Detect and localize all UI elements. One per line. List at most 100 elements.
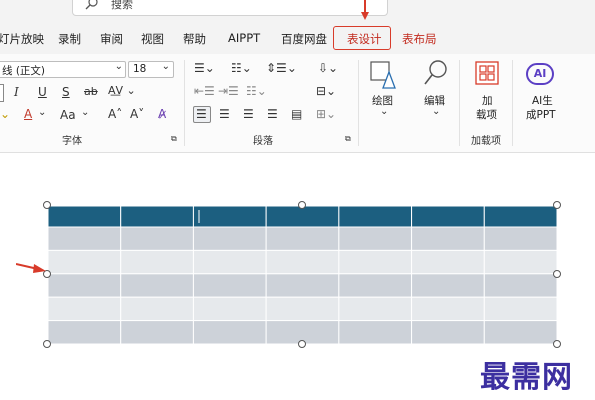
font-name-dropdown[interactable]: 线 (正文) ⌄ <box>0 61 126 78</box>
table-cell[interactable] <box>48 249 122 275</box>
table-header-cell[interactable] <box>265 206 340 228</box>
table-cell[interactable] <box>411 273 485 298</box>
decrease-font-icon[interactable]: A˅ <box>130 107 144 121</box>
table-cell[interactable] <box>483 273 558 298</box>
table-cell[interactable] <box>120 226 194 251</box>
ai-label-line1[interactable]: AI生 <box>532 93 553 108</box>
table-cell[interactable] <box>265 226 340 251</box>
line-spacing-icon[interactable]: ⇕☰⌄ <box>266 61 297 75</box>
resize-handle-top[interactable] <box>298 201 306 209</box>
resize-handle-bottom[interactable] <box>298 340 306 348</box>
table-header-cell[interactable] <box>338 206 413 228</box>
change-case-icon[interactable]: Aa <box>60 108 76 122</box>
table-cell[interactable] <box>48 226 122 251</box>
table-cell[interactable] <box>48 296 122 322</box>
decrease-indent-icon[interactable]: ⇤☰ <box>194 84 215 98</box>
underline-icon[interactable]: U <box>38 85 47 99</box>
tab-table-layout[interactable]: 表布局 <box>402 31 437 47</box>
numbering-icon[interactable]: ☷⌄ <box>231 61 252 75</box>
table-cell[interactable] <box>48 273 122 298</box>
resize-handle-right[interactable] <box>553 270 561 278</box>
character-spacing-icon[interactable]: A͟V ⌄ <box>108 84 136 97</box>
table-cell[interactable] <box>411 226 485 251</box>
table-cell[interactable] <box>411 249 485 275</box>
dialog-launcher-icon[interactable]: ⧉ <box>345 134 351 144</box>
strikethrough-icon[interactable]: ab <box>84 85 98 98</box>
table-cell[interactable] <box>338 226 413 251</box>
table-cell[interactable] <box>338 273 413 298</box>
bold-button[interactable] <box>0 84 4 102</box>
align-center-icon[interactable]: ☰ <box>219 107 230 121</box>
resize-handle-bottom-right[interactable] <box>553 340 561 348</box>
table-cell[interactable] <box>120 320 194 345</box>
chevron-down-icon[interactable]: ⌄ <box>81 107 89 118</box>
search-input[interactable]: 搜索 <box>111 0 133 12</box>
table-cell[interactable] <box>265 296 340 322</box>
highlight-color-icon[interactable]: ⌄ <box>0 107 10 121</box>
addins-button-line2[interactable]: 载项 <box>476 107 497 122</box>
table-cell[interactable] <box>483 249 558 275</box>
search-box[interactable]: 搜索 <box>72 0 388 16</box>
table-cell[interactable] <box>192 273 267 298</box>
align-right-icon[interactable]: ☰ <box>243 107 254 121</box>
table-cell[interactable] <box>338 249 413 275</box>
ai-label-line2[interactable]: 成PPT <box>526 107 556 122</box>
increase-indent-icon[interactable]: ⇥☰ <box>218 84 239 98</box>
table-cell[interactable] <box>192 320 267 345</box>
italic-icon[interactable]: I <box>14 85 19 99</box>
chevron-down-icon[interactable]: ⌄ <box>432 106 440 117</box>
convert-smartart-icon[interactable]: ⊞⌄ <box>316 107 336 121</box>
table-cell[interactable] <box>192 296 267 322</box>
text-direction-icon[interactable]: ⇩⌄ <box>318 61 338 75</box>
tab-table-design[interactable]: 表设计 <box>347 31 382 47</box>
bullets-icon[interactable]: ☰⌄ <box>194 61 215 75</box>
table-cell[interactable] <box>120 273 194 298</box>
distributed-icon[interactable]: ▤ <box>291 107 302 121</box>
chevron-down-icon[interactable]: ⌄ <box>38 107 46 118</box>
font-color-icon[interactable]: A <box>24 107 32 121</box>
drawing-icon[interactable] <box>369 60 397 90</box>
table-cell[interactable] <box>120 296 194 322</box>
columns-icon[interactable]: ☷⌄ <box>246 84 267 98</box>
resize-handle-top-right[interactable] <box>553 201 561 209</box>
table-cell[interactable] <box>265 249 340 275</box>
addins-icon[interactable] <box>474 60 500 88</box>
tab-review[interactable]: 审阅 <box>100 31 123 47</box>
ai-icon[interactable]: AI <box>526 63 554 85</box>
align-text-icon[interactable]: ⊟⌄ <box>316 84 336 98</box>
table-cell[interactable] <box>338 296 413 322</box>
font-size-dropdown[interactable]: 18 ⌄ <box>128 61 174 78</box>
table-cell[interactable] <box>483 320 558 345</box>
tab-record[interactable]: 录制 <box>58 31 81 47</box>
resize-handle-top-left[interactable] <box>43 201 51 209</box>
table-header-cell[interactable] <box>120 206 194 228</box>
tab-help[interactable]: 帮助 <box>183 31 206 47</box>
shadow-icon[interactable]: S <box>62 85 70 99</box>
tab-view[interactable]: 视图 <box>141 31 164 47</box>
increase-font-icon[interactable]: A˄ <box>108 107 122 121</box>
tab-aippt[interactable]: AIPPT <box>228 31 260 45</box>
justify-icon[interactable]: ☰ <box>267 107 278 121</box>
table-cell[interactable] <box>483 296 558 322</box>
slide-table[interactable] <box>48 206 558 346</box>
table-cell[interactable] <box>120 249 194 275</box>
table-header-cell[interactable] <box>48 206 122 228</box>
table-cell[interactable] <box>411 296 485 322</box>
clear-format-icon[interactable]: A̷ <box>158 107 166 121</box>
dialog-launcher-icon[interactable]: ⧉ <box>171 134 177 144</box>
resize-handle-bottom-left[interactable] <box>43 340 51 348</box>
table-cell[interactable] <box>192 226 267 251</box>
table-cell[interactable] <box>338 320 413 345</box>
table-header-cell[interactable] <box>411 206 485 228</box>
table-header-cell[interactable] <box>483 206 558 228</box>
table-cell[interactable] <box>48 320 122 345</box>
tab-slideshow[interactable]: 灯片放映 <box>0 31 44 47</box>
table-cell[interactable] <box>192 249 267 275</box>
addins-button-line1[interactable]: 加 <box>482 93 493 108</box>
table-cell[interactable] <box>411 320 485 345</box>
table-cell[interactable] <box>265 273 340 298</box>
chevron-down-icon[interactable]: ⌄ <box>380 106 388 117</box>
table-header-cell[interactable] <box>192 206 267 228</box>
tab-baidu-netdisk[interactable]: 百度网盘 <box>281 31 327 47</box>
find-icon[interactable] <box>423 59 449 87</box>
